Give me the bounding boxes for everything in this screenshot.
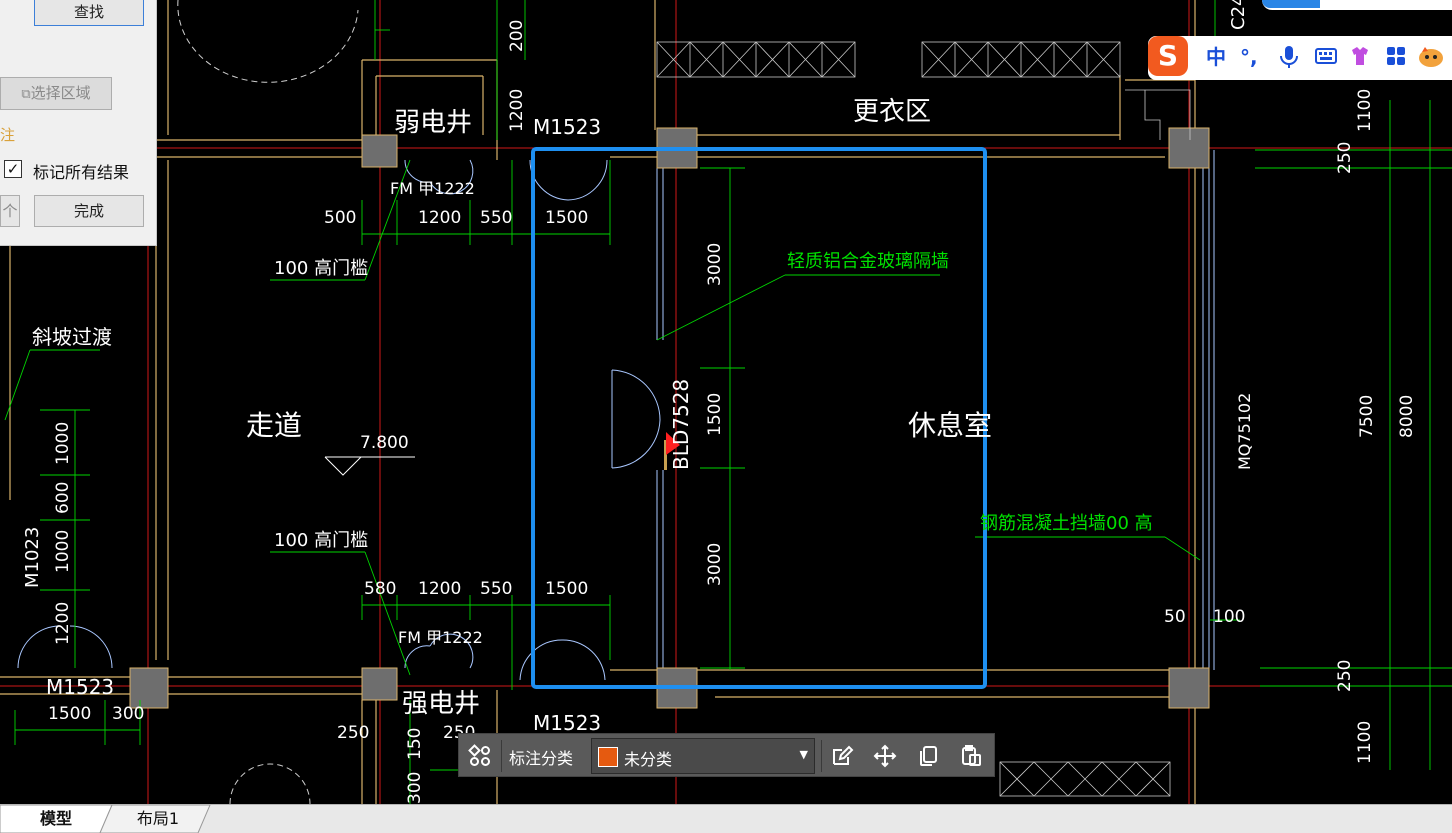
door-m1523-bottom: M1523 <box>533 711 601 735</box>
dim-550-top: 550 <box>480 208 512 228</box>
mark-all-label: 标记所有结果 <box>33 163 130 182</box>
keyboard-icon[interactable] <box>1314 44 1338 74</box>
dim-1100-right: 1100 <box>1355 89 1375 132</box>
door-mq: MQ75102 <box>1235 393 1254 470</box>
note-threshold-top: 100 高门槛 <box>274 258 368 279</box>
edit-icon[interactable] <box>830 744 854 768</box>
door-m1523-left: M1523 <box>46 675 114 699</box>
dim-1000-b: 1000 <box>53 530 73 573</box>
leader-lines <box>4 159 1201 676</box>
paste-icon[interactable] <box>959 744 983 768</box>
dim-100: 100 <box>1213 607 1245 627</box>
dim-3000-bottom: 3000 <box>705 543 725 586</box>
ime-toolbar[interactable]: S 中 °, <box>1148 36 1452 80</box>
dim-150: 150 <box>405 728 425 760</box>
dim-250-right: 250 <box>1335 142 1355 174</box>
door-fm-top: FM 甲1222 <box>390 179 475 198</box>
find-button[interactable]: 查找 <box>34 0 144 26</box>
chevron-down-icon: ▼ <box>799 748 808 761</box>
dim-1500-top: 1500 <box>545 208 588 228</box>
dim-250-a: 250 <box>337 723 369 743</box>
dim-300-v: 300 <box>405 772 425 804</box>
move-icon[interactable] <box>873 744 897 768</box>
annotation-section-label: 注 <box>0 126 16 144</box>
category-dropdown[interactable]: 未分类 ▼ <box>591 738 815 774</box>
dim-1200-left: 1200 <box>53 602 73 645</box>
dim-1100-right-bottom: 1100 <box>1355 721 1375 764</box>
find-panel: 查找 ⧉选择区域 注 ✓ 标记所有结果 个 完成 <box>0 0 157 246</box>
note-concrete-wall: 钢筋混凝土挡墙00 高 <box>980 513 1153 534</box>
select-area-label: 选择区域 <box>30 84 91 102</box>
ime-logo-icon[interactable]: S <box>1148 36 1188 76</box>
dim-7500: 7500 <box>1357 395 1377 438</box>
tab-layout1[interactable]: 布局1 <box>112 805 204 833</box>
select-area-icon: ⧉ <box>21 87 31 102</box>
mascot-icon[interactable] <box>1416 44 1446 76</box>
count-button[interactable]: 个 <box>0 195 20 227</box>
dim-1000-a: 1000 <box>53 422 73 465</box>
glazing <box>17 150 1215 681</box>
category-grid-icon[interactable] <box>468 744 492 768</box>
dim-8000: 8000 <box>1397 395 1417 438</box>
room-lounge: 休息室 <box>908 409 992 442</box>
dim-1500-bottom: 1500 <box>545 579 588 599</box>
dim-1200-bottom: 1200 <box>418 579 461 599</box>
dim-300-left: 300 <box>112 704 144 724</box>
category-color-swatch <box>598 747 618 767</box>
note-glass-wall: 轻质铝合金玻璃隔墙 <box>787 251 949 272</box>
room-strong-shaft: 强电井 <box>402 689 480 719</box>
dim-500-top: 500 <box>324 208 356 228</box>
ime-lang-toggle[interactable]: 中 <box>1206 44 1226 70</box>
category-value: 未分类 <box>624 750 673 769</box>
toolbox-icon[interactable] <box>1384 44 1408 74</box>
dim-1500-mid: 1500 <box>705 393 725 436</box>
door-bld: BLD7528 <box>669 379 693 470</box>
toolbar-separator <box>501 740 502 772</box>
dim-50: 50 <box>1164 607 1186 627</box>
select-area-button[interactable]: ⧉选择区域 <box>0 77 112 110</box>
door-m1023: M1023 <box>22 527 43 588</box>
skin-icon[interactable] <box>1348 44 1372 74</box>
dim-1200-top: 1200 <box>418 208 461 228</box>
label-ramp: 斜坡过渡 <box>32 325 112 349</box>
toolbar-separator <box>821 740 822 772</box>
top-right-widget[interactable] <box>1262 0 1452 10</box>
ime-punct-toggle[interactable]: °, <box>1240 44 1258 70</box>
tab-model[interactable]: 模型 <box>10 805 102 833</box>
dim-1500-left: 1500 <box>48 704 91 724</box>
room-corridor: 走道 <box>246 409 302 442</box>
elevation-value: 7.800 <box>360 433 409 453</box>
dim-3000-top: 3000 <box>705 243 725 286</box>
dim-250-right-bottom: 250 <box>1335 660 1355 692</box>
mark-all-checkbox[interactable]: ✓ <box>4 160 22 178</box>
cad-drawing-canvas[interactable]: 弱电井 更衣区 走道 休息室 强电井 斜坡过渡 M1523 M1523 M152… <box>0 0 1452 804</box>
layout-tab-bar: 模型 布局1 <box>0 804 1452 833</box>
note-threshold-bottom: 100 高门槛 <box>274 530 368 551</box>
door-m1523-top: M1523 <box>533 115 601 139</box>
dim-580-bottom: 580 <box>364 579 396 599</box>
door-fm-bottom: FM 甲1222 <box>398 628 483 647</box>
category-label: 标注分类 <box>509 749 574 768</box>
door-labels: M1523 M1523 M1523 FM 甲1222 FM 甲1222 M102… <box>22 0 1254 735</box>
dim-600: 600 <box>53 482 73 514</box>
done-button[interactable]: 完成 <box>34 195 144 227</box>
dim-1200-shaft: 1200 <box>507 89 527 132</box>
dim-200: 200 <box>507 20 527 52</box>
room-weak-shaft: 弱电井 <box>394 108 472 138</box>
door-c24: C24 <box>1228 0 1249 30</box>
dim-550-bottom: 550 <box>480 579 512 599</box>
elevation-marker <box>324 456 415 476</box>
microphone-icon[interactable] <box>1278 44 1300 76</box>
room-locker: 更衣区 <box>853 97 931 127</box>
widget-accent <box>1262 0 1320 8</box>
dashed-circles <box>177 0 359 804</box>
copy-icon[interactable] <box>916 744 940 768</box>
annotation-toolbar: 标注分类 未分类 ▼ <box>458 733 995 777</box>
